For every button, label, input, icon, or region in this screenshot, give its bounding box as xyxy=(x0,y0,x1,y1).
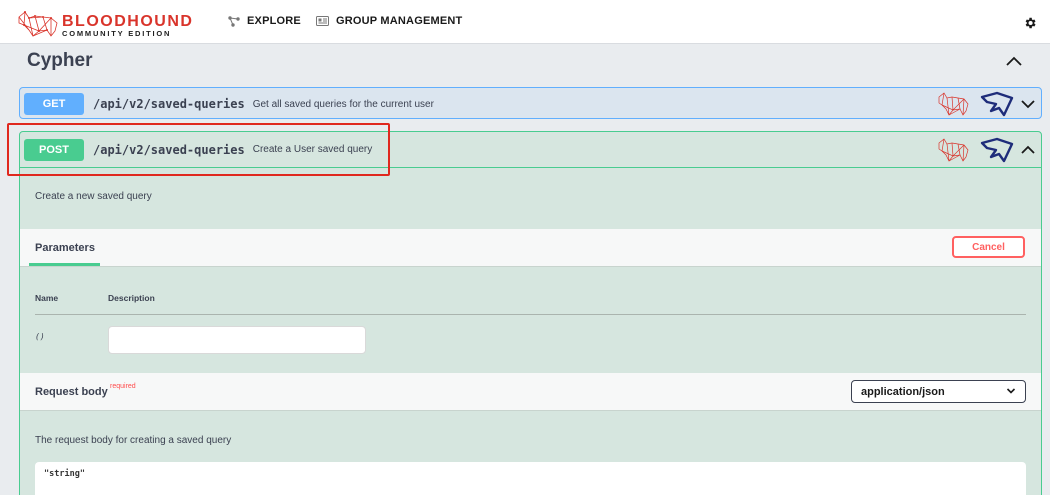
parameter-type: () xyxy=(35,332,45,341)
nav-explore-label: EXPLORE xyxy=(247,15,301,27)
operation-post-saved-queries: POST /api/v2/saved-queries Create a User… xyxy=(19,131,1042,495)
request-body-example[interactable]: "string" xyxy=(35,462,1026,495)
specterops-icon xyxy=(980,91,1014,117)
section-title[interactable]: Cypher xyxy=(27,50,92,72)
operation-description: Create a new saved query xyxy=(35,191,152,202)
parameter-input[interactable] xyxy=(108,326,366,354)
chevron-up-icon[interactable] xyxy=(1004,53,1024,69)
operation-summary-text: Create a User saved query xyxy=(252,144,373,155)
graph-nodes-icon xyxy=(228,15,240,27)
bloodhound-dog-icon xyxy=(938,92,969,116)
parameters-tab-underline xyxy=(29,263,100,266)
table-divider xyxy=(35,314,1026,315)
bloodhound-logo[interactable]: BLOODHOUND COMMUNITY EDITION xyxy=(17,9,192,38)
content-type-select[interactable]: application/json xyxy=(851,380,1026,403)
cancel-button[interactable]: Cancel xyxy=(952,236,1025,258)
nav-explore[interactable]: EXPLORE xyxy=(228,15,301,27)
bloodhound-dog-icon xyxy=(18,11,58,37)
chevron-down-icon xyxy=(1006,388,1016,394)
method-badge-get: GET xyxy=(24,93,84,115)
request-body-header: Request body required application/json xyxy=(20,373,1041,411)
operation-summary[interactable]: GET /api/v2/saved-queries Get all saved … xyxy=(20,88,1041,120)
content-type-value: application/json xyxy=(861,385,945,398)
operation-get-saved-queries[interactable]: GET /api/v2/saved-queries Get all saved … xyxy=(19,87,1042,119)
specterops-icon xyxy=(980,137,1014,163)
required-label: required xyxy=(110,383,136,390)
request-body-description: The request body for creating a saved qu… xyxy=(35,435,232,446)
chevron-down-icon[interactable] xyxy=(1020,96,1036,112)
top-navigation-bar: BLOODHOUND COMMUNITY EDITION EXPLORE GRO… xyxy=(0,0,1050,44)
operation-summary[interactable]: POST /api/v2/saved-queries Create a User… xyxy=(20,132,1041,168)
gear-icon[interactable] xyxy=(1023,16,1037,30)
request-body-title: Request body xyxy=(35,386,108,398)
brand-subtitle: COMMUNITY EDITION xyxy=(62,29,172,38)
parameters-tab[interactable]: Parameters xyxy=(35,242,95,254)
operation-path: /api/v2/saved-queries xyxy=(93,97,245,111)
nav-group-management-label: GROUP MANAGEMENT xyxy=(336,15,463,27)
bloodhound-dog-icon xyxy=(938,138,969,162)
operation-icons xyxy=(936,132,1041,168)
operation-icons xyxy=(936,88,1041,120)
column-header-description: Description xyxy=(108,293,155,303)
method-badge-post: POST xyxy=(24,138,84,161)
nav-group-management[interactable]: GROUP MANAGEMENT xyxy=(316,15,462,27)
operation-path: /api/v2/saved-queries xyxy=(93,142,245,157)
chevron-up-icon[interactable] xyxy=(1020,142,1036,158)
parameters-header: Parameters Cancel xyxy=(20,229,1041,267)
operation-summary-text: Get all saved queries for the current us… xyxy=(252,98,434,110)
column-header-name: Name xyxy=(35,293,59,303)
id-card-icon xyxy=(316,16,329,26)
